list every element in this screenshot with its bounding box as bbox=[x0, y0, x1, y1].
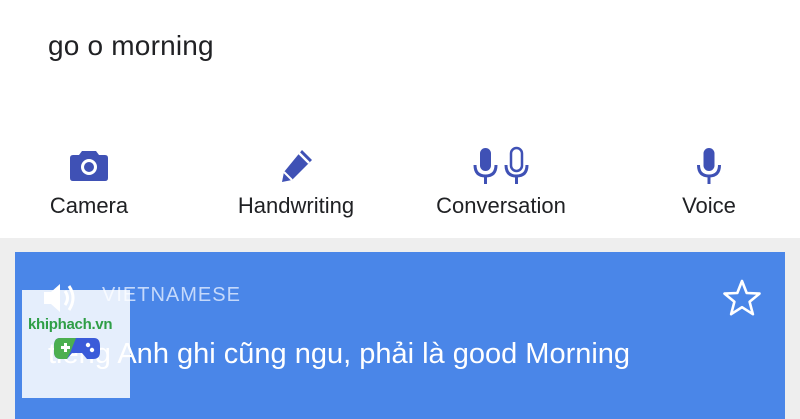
translation-card[interactable] bbox=[15, 252, 785, 419]
star-icon[interactable] bbox=[722, 278, 762, 318]
dual-microphone-icon bbox=[473, 146, 529, 184]
voice-label: Voice bbox=[682, 193, 736, 218]
microphone-icon bbox=[697, 148, 721, 184]
voice-button[interactable]: Voice bbox=[665, 145, 753, 219]
conversation-button[interactable]: Conversation bbox=[420, 145, 582, 219]
watermark-text: khiphach.vn bbox=[28, 316, 113, 333]
input-area[interactable]: go o morning Camera Handwriting Conversa… bbox=[0, 0, 800, 238]
source-text-input[interactable]: go o morning bbox=[48, 30, 214, 62]
gamepad-logo-icon bbox=[54, 338, 100, 359]
handwriting-button[interactable]: Handwriting bbox=[222, 145, 370, 219]
pen-icon bbox=[282, 150, 312, 182]
translation-text: tiếng Anh ghi cũng ngu, phải là good Mor… bbox=[48, 338, 631, 370]
camera-button[interactable]: Camera bbox=[30, 145, 148, 219]
conversation-label: Conversation bbox=[436, 193, 566, 218]
watermark: khiphach.vn bbox=[22, 290, 130, 398]
handwriting-label: Handwriting bbox=[237, 193, 355, 218]
camera-icon bbox=[70, 151, 108, 181]
camera-label: Camera bbox=[49, 193, 129, 218]
